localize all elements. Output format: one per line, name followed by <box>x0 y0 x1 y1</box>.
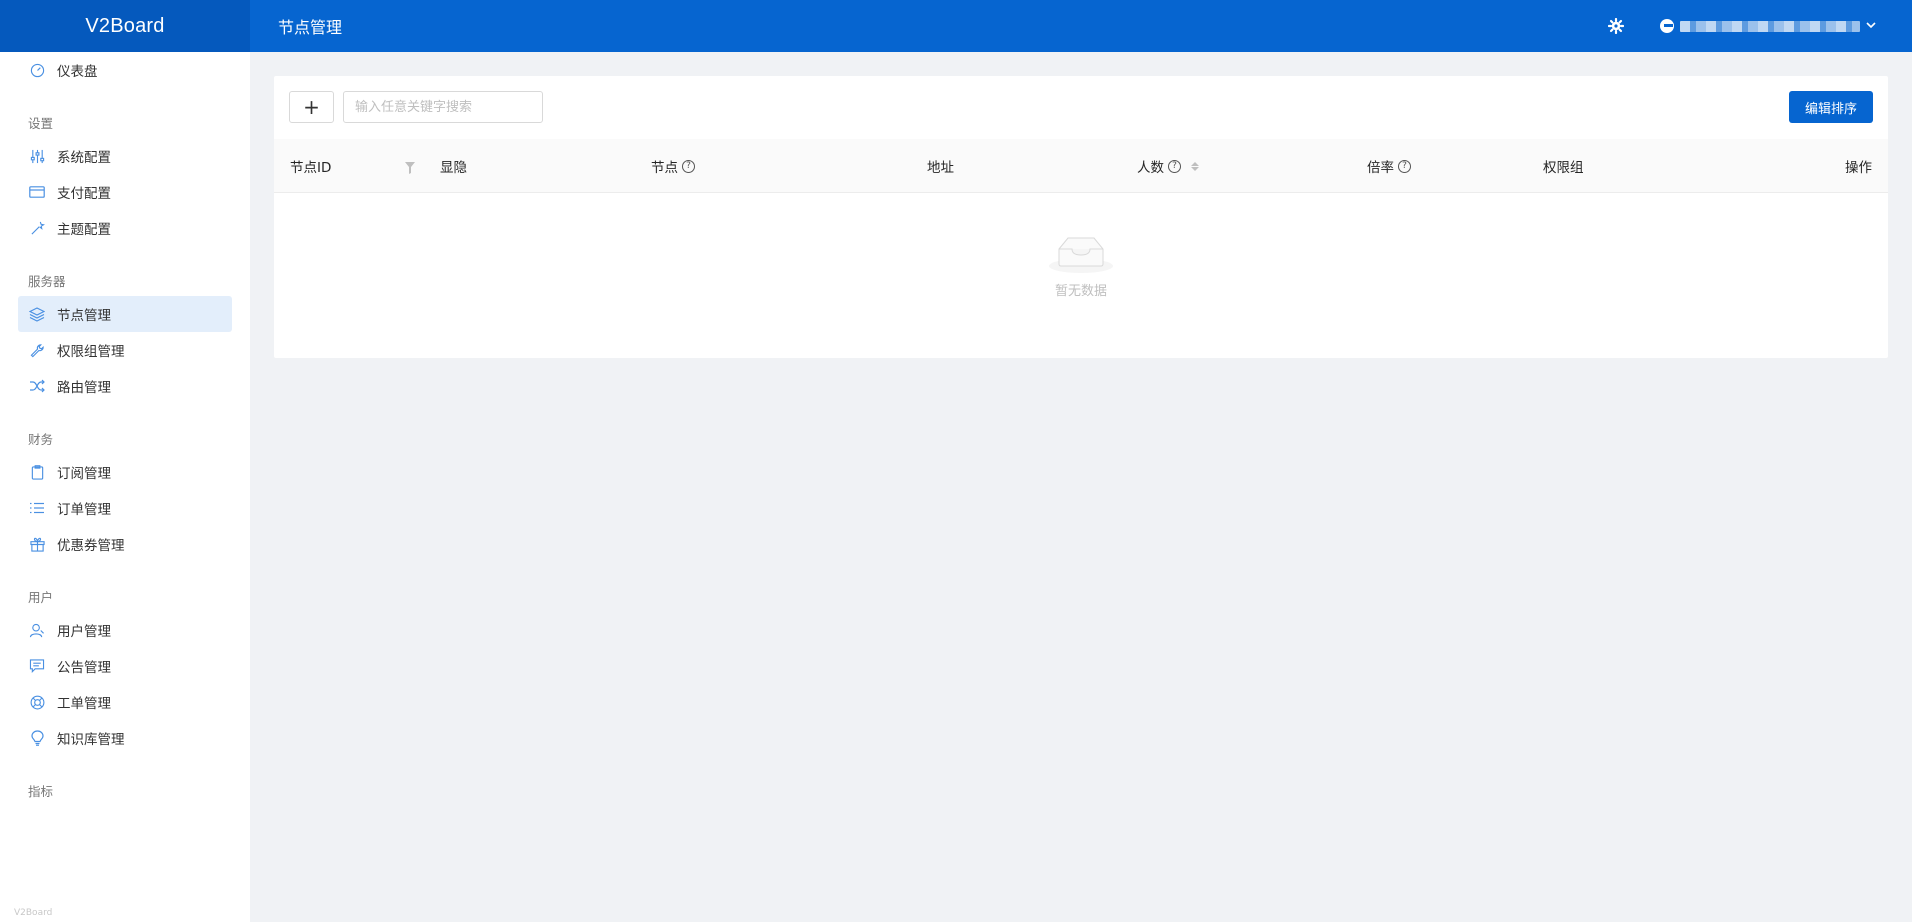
layers-icon <box>29 306 45 322</box>
sidebar-item-payment-config[interactable]: 支付配置 <box>18 174 232 210</box>
help-icon[interactable]: ? <box>682 159 695 173</box>
list-icon <box>29 500 45 516</box>
gift-icon <box>29 536 45 552</box>
column-header-rate: 倍率 ? <box>1367 139 1411 193</box>
sidebar-group-server: 服务器 <box>28 274 66 289</box>
help-icon[interactable]: ? <box>1398 159 1411 173</box>
sidebar-item-label: 用户管理 <box>57 624 111 640</box>
column-header-actions: 操作 <box>1845 160 1872 176</box>
lifebuoy-icon <box>29 694 45 710</box>
table-header: 节点ID 显隐 节点 ? 地址 人数 ? 倍率 ? 权限组 操作 <box>274 139 1888 193</box>
top-header: V2Board 节点管理 e <box>0 0 1912 52</box>
sidebar-item-subscription[interactable]: 订阅管理 <box>18 454 232 490</box>
sidebar-item-label: 工单管理 <box>57 696 111 712</box>
sidebar-group-settings: 设置 <box>28 116 54 131</box>
sidebar-item-route-management[interactable]: 路由管理 <box>18 368 232 404</box>
sidebar-item-tickets[interactable]: 工单管理 <box>18 684 232 720</box>
wrench-icon <box>29 342 45 358</box>
column-header-node: 节点 ? <box>651 139 695 193</box>
column-header-visibility: 显隐 <box>440 160 467 176</box>
brand-logo[interactable]: V2Board <box>0 0 250 52</box>
sliders-icon <box>29 148 45 164</box>
filter-icon[interactable] <box>405 159 415 174</box>
sidebar-item-node-management[interactable]: 节点管理 <box>18 296 232 332</box>
user-icon <box>29 622 45 638</box>
empty-inbox-icon <box>1049 233 1113 278</box>
sidebar-item-orders[interactable]: 订单管理 <box>18 490 232 526</box>
add-node-button[interactable]: + <box>289 91 334 123</box>
user-initial: e <box>1660 19 1674 33</box>
sidebar-item-label: 路由管理 <box>57 380 111 396</box>
sidebar-footer-tag: V2Board <box>14 908 53 918</box>
sidebar-item-coupons[interactable]: 优惠券管理 <box>18 526 232 562</box>
column-header-permission-group: 权限组 <box>1543 160 1584 176</box>
sidebar-item-dashboard[interactable]: 仪表盘 <box>18 52 232 88</box>
clipboard-icon <box>29 464 45 480</box>
sidebar-item-label: 系统配置 <box>57 150 111 166</box>
sidebar-item-user-management[interactable]: 用户管理 <box>18 612 232 648</box>
sidebar-item-theme-config[interactable]: 主题配置 <box>18 210 232 246</box>
table-toolbar: + 编辑排序 <box>289 91 1873 123</box>
sidebar-group-metrics: 指标 <box>28 784 54 799</box>
empty-state: 暂无数据 <box>274 193 1888 358</box>
sidebar-item-announcements[interactable]: 公告管理 <box>18 648 232 684</box>
sidebar-group-finance: 财务 <box>28 432 54 447</box>
sidebar-item-label: 仪表盘 <box>57 64 98 80</box>
node-table-card: + 编辑排序 节点ID 显隐 节点 ? 地址 人数 ? 倍率 ? 权限 <box>274 76 1888 358</box>
credit-card-icon <box>29 184 45 200</box>
sidebar-item-label: 订单管理 <box>57 502 111 518</box>
sidebar-item-permission-group[interactable]: 权限组管理 <box>18 332 232 368</box>
help-icon[interactable]: ? <box>1168 159 1181 173</box>
sidebar-item-label: 支付配置 <box>57 186 111 202</box>
shuffle-icon <box>29 378 45 394</box>
column-header-node-id: 节点ID <box>290 160 332 176</box>
sidebar-item-label: 节点管理 <box>57 308 111 324</box>
column-header-address: 地址 <box>927 160 954 176</box>
sidebar-item-label: 主题配置 <box>57 222 111 238</box>
user-menu[interactable]: e <box>1660 19 1876 34</box>
chat-icon <box>29 658 45 674</box>
sidebar-item-label: 公告管理 <box>57 660 111 676</box>
edit-sort-button[interactable]: 编辑排序 <box>1788 91 1873 123</box>
sidebar-item-label: 权限组管理 <box>57 344 125 360</box>
sidebar-item-system-config[interactable]: 系统配置 <box>18 138 232 174</box>
empty-text: 暂无数据 <box>1054 284 1107 299</box>
bulb-icon <box>29 730 45 746</box>
sidebar-item-label: 优惠券管理 <box>57 538 125 554</box>
sidebar-group-users: 用户 <box>28 590 54 605</box>
sidebar-item-knowledge-base[interactable]: 知识库管理 <box>18 720 232 756</box>
sidebar-item-label: 知识库管理 <box>57 732 125 748</box>
sidebar-item-label: 订阅管理 <box>57 466 111 482</box>
header-actions: e <box>1606 0 1876 52</box>
column-header-user-count[interactable]: 人数 ? <box>1137 139 1199 193</box>
magic-wand-icon <box>29 220 45 236</box>
sort-caret-icon[interactable] <box>1191 161 1199 171</box>
search-input[interactable] <box>343 91 543 123</box>
chevron-down-icon <box>1866 21 1876 32</box>
speedometer-icon <box>29 62 45 78</box>
user-email-redacted <box>1680 19 1860 34</box>
page-title: 节点管理 <box>278 18 343 37</box>
sidebar: 仪表盘 设置 系统配置 支付配置 主题配置 服务器 节点管理 权限组管理 路由管… <box>0 52 250 922</box>
gear-icon[interactable] <box>1606 16 1626 36</box>
